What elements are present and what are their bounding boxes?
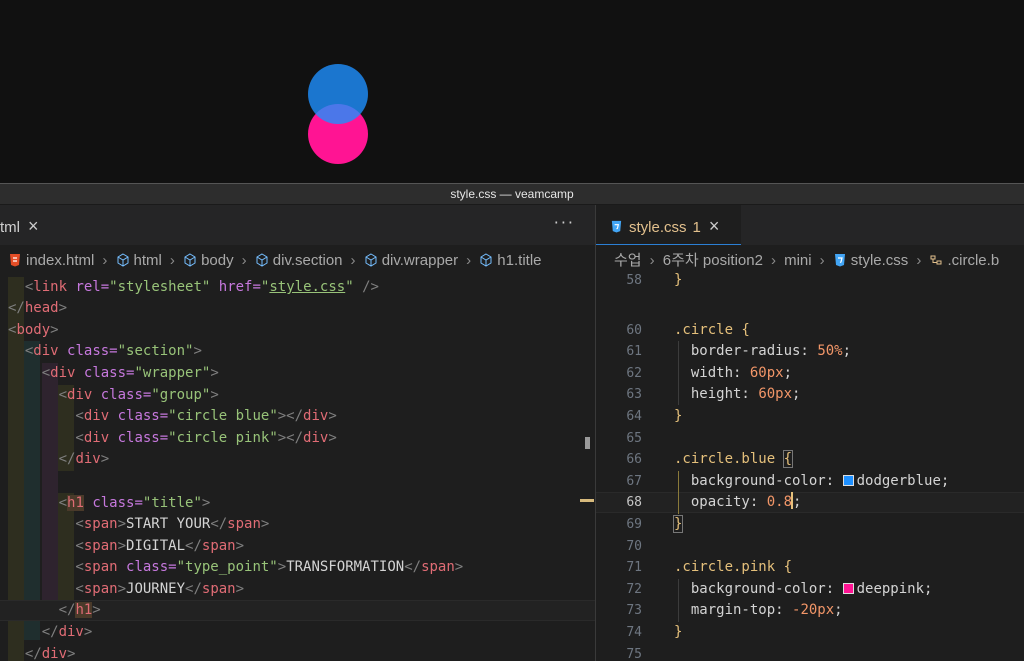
code-line: <h1 class="title"> [8, 495, 211, 511]
line-number: 69 [626, 517, 642, 532]
cube-icon [365, 253, 377, 267]
breadcrumb: 수업 › 6주차 position2 › mini › style.css › .cir… [614, 252, 1000, 269]
code-line: .circle.blue { [674, 450, 794, 468]
line-number: 68 [626, 495, 642, 510]
code-line: background-color: deeppink; [690, 581, 933, 597]
right-editor[interactable]: style.css 1 × 수업 › 6주차 position2 › mini › sty… [596, 205, 1024, 661]
line-number: 71 [626, 560, 642, 575]
line-number: 64 [626, 409, 642, 424]
close-icon[interactable]: × [709, 216, 720, 236]
code-line: <body> [8, 322, 59, 338]
line-number: 62 [626, 366, 642, 381]
breadcrumb: index.html › html › body › div.section › div… [8, 249, 546, 273]
code-line: .circle.pink { [674, 559, 793, 575]
tab-style-css[interactable]: style.css 1 × [596, 205, 741, 245]
breadcrumb-item[interactable]: .circle.b [947, 252, 999, 269]
code-line: border-radius: 50%; [690, 343, 852, 359]
code-line: } [674, 624, 683, 640]
scrollbar-marker[interactable] [585, 437, 590, 449]
browser-preview [0, 0, 1024, 183]
code-line: <div class="group"> [8, 387, 219, 403]
code-line: opacity: 0.8; [690, 492, 802, 510]
more-actions-icon[interactable]: ··· [554, 213, 575, 232]
code-line: </div> [8, 624, 93, 640]
breadcrumb-item[interactable]: div.section [273, 252, 343, 269]
code-line: background-color: dodgerblue; [690, 473, 950, 489]
blue-circle [308, 64, 368, 124]
line-number: 75 [626, 647, 642, 661]
code-line: </div> [8, 646, 76, 661]
line-number: 74 [626, 625, 642, 640]
css3-icon [834, 254, 845, 267]
breadcrumb-item[interactable]: 6주차 position2 [663, 252, 763, 269]
code-line: <span>START YOUR</span> [8, 516, 270, 532]
cube-icon [480, 253, 492, 267]
left-editor[interactable]: tml × ··· index.html › html › body › div.sec… [0, 205, 595, 661]
code-line: <link rel="stylesheet" href="style.css" … [8, 279, 379, 295]
line-number: 63 [626, 387, 642, 402]
line-number: 72 [626, 582, 642, 597]
code-line: <span class="type_point">TRANSFORMATION<… [8, 559, 464, 575]
code-line: <span>DIGITAL</span> [8, 538, 245, 554]
cube-icon [117, 253, 129, 267]
code-line: <span>JOURNEY</span> [8, 581, 245, 597]
code-line: </div> [8, 451, 110, 467]
css3-icon [611, 220, 622, 233]
line-number: 65 [626, 431, 642, 446]
tab-label: style.css [629, 219, 687, 236]
code-line: </head> [8, 300, 68, 316]
right-tab-bar: style.css 1 × [596, 205, 1024, 245]
code-line: </h1> [8, 602, 101, 618]
html5-icon [10, 254, 20, 267]
window-title: style.css — veamcamp [0, 183, 1024, 205]
code-line: <div class="section"> [8, 343, 202, 359]
scrollbar-warning-marker[interactable] [580, 499, 594, 502]
code-line: <div class="wrapper"> [8, 365, 219, 381]
code-line: margin-top: -20px; [690, 602, 843, 618]
cube-icon [256, 253, 268, 267]
breadcrumb-item[interactable]: style.css [851, 252, 909, 269]
code-line: } [674, 272, 683, 288]
line-number: 67 [626, 474, 642, 489]
code-line: width: 60px; [690, 365, 793, 381]
code-line: .circle { [674, 322, 750, 338]
tab-index-html[interactable]: tml × [0, 205, 110, 245]
color-swatch[interactable] [842, 583, 854, 594]
line-number: 60 [626, 323, 642, 338]
selector-icon [930, 255, 942, 265]
line-number: 66 [626, 452, 642, 467]
color-swatch[interactable] [842, 475, 854, 486]
breadcrumb-item[interactable]: h1.title [497, 252, 541, 269]
line-number: 58 [626, 273, 642, 288]
breadcrumb-item[interactable]: mini [784, 252, 812, 269]
breadcrumb-item[interactable]: body [201, 252, 234, 269]
breadcrumb-item[interactable]: div.wrapper [382, 252, 458, 269]
breadcrumb-item[interactable]: index.html [26, 252, 94, 269]
breadcrumb-item[interactable]: 수업 [614, 252, 642, 269]
code-line: <div class="circle pink"></div> [8, 430, 337, 446]
code-line: } [672, 515, 684, 533]
code-line: height: 60px; [690, 386, 801, 402]
problems-count: 1 [692, 219, 701, 236]
code-line: } [674, 408, 683, 424]
tab-label: tml [0, 219, 20, 236]
left-tab-bar: tml × ··· [0, 205, 595, 245]
line-number: 73 [626, 603, 642, 618]
line-number: 61 [626, 344, 642, 359]
line-number: 70 [626, 539, 642, 554]
cube-icon [184, 253, 196, 267]
breadcrumb-item[interactable]: html [134, 252, 162, 269]
code-line: <div class="circle blue"></div> [8, 408, 337, 424]
close-icon[interactable]: × [28, 216, 39, 236]
